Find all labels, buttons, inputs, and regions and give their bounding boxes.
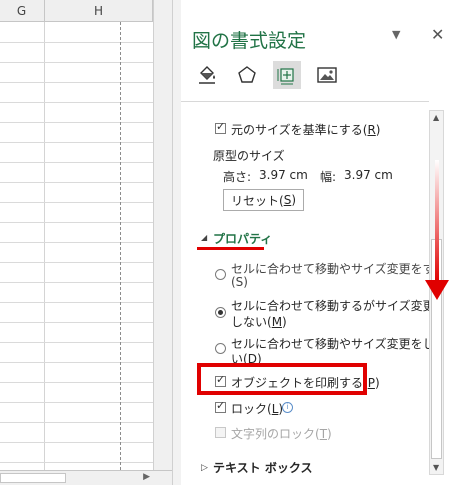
label-text: セルに合わせて移動やサイズ変更をしな bbox=[231, 337, 429, 351]
move-no-size-label: セルに合わせて移動するがサイズ変更は bbox=[231, 297, 429, 314]
grid-row-line bbox=[0, 82, 153, 83]
grid-row-line bbox=[0, 322, 153, 323]
column-label: H bbox=[93, 3, 104, 18]
pane-content: ✓ 元のサイズを基準にする(R) 原型のサイズ 高さ: 3.97 cm 幅: 3… bbox=[181, 102, 429, 485]
label-text: ) bbox=[291, 193, 296, 207]
scroll-up-icon[interactable]: ▲ bbox=[433, 113, 439, 122]
label-text: しない( bbox=[231, 315, 272, 329]
move-no-size-radio[interactable] bbox=[215, 307, 226, 318]
column-label: G bbox=[16, 3, 27, 18]
label-text: セルに合わせて移動するがサイズ変更は bbox=[231, 299, 429, 313]
grid-row-line bbox=[0, 402, 153, 403]
grid-row-line bbox=[0, 302, 153, 303]
access-key: S bbox=[283, 193, 292, 207]
scroll-thumb[interactable] bbox=[0, 473, 66, 483]
reset-button[interactable]: リセット(S) bbox=[223, 189, 304, 211]
checkmark-icon: ✓ bbox=[216, 120, 226, 133]
grid-row-line bbox=[0, 162, 153, 163]
access-key: M bbox=[271, 315, 283, 329]
textbox-section-title[interactable]: テキスト ボックス bbox=[213, 459, 312, 476]
sheet-horizontal-scrollbar[interactable]: ▶ bbox=[0, 470, 172, 485]
access-key: P bbox=[367, 376, 375, 390]
move-and-size-label: セルに合わせて移動やサイズ変更をする bbox=[231, 260, 429, 277]
size-properties-icon[interactable] bbox=[273, 61, 301, 89]
highlight-underline bbox=[197, 247, 264, 250]
red-arrow-icon bbox=[425, 160, 449, 300]
width-label: 幅: bbox=[320, 170, 337, 184]
fill-line-icon[interactable] bbox=[193, 61, 221, 89]
pane-splitter[interactable] bbox=[172, 0, 181, 485]
grid-row-line bbox=[0, 202, 153, 203]
grid-row-line bbox=[0, 442, 153, 443]
collapse-triangle-icon[interactable]: ◢ bbox=[201, 233, 207, 242]
access-key: R bbox=[367, 123, 376, 137]
dont-move-radio[interactable] bbox=[215, 343, 226, 354]
height-value: 3.97 cm bbox=[259, 168, 308, 182]
grid-row-line bbox=[0, 262, 153, 263]
grid-row-line bbox=[0, 382, 153, 383]
lock-checkbox[interactable]: ✓ bbox=[215, 399, 226, 413]
sheet-vertical-scrollbar[interactable] bbox=[153, 0, 172, 470]
grid-row-line bbox=[0, 102, 153, 103]
scroll-down-icon[interactable]: ▼ bbox=[433, 463, 439, 472]
highlight-box bbox=[197, 363, 367, 395]
properties-section-title[interactable]: プロパティ bbox=[213, 230, 272, 247]
expand-triangle-icon[interactable]: ▷ bbox=[201, 463, 208, 473]
relative-size-label: 元のサイズを基準にする(R) bbox=[231, 121, 380, 138]
relative-size-checkbox[interactable]: ✓ bbox=[215, 120, 226, 134]
label-text: (S) bbox=[231, 275, 248, 289]
info-icon[interactable]: i bbox=[282, 402, 293, 413]
lock-label: ロック(L) bbox=[231, 400, 283, 417]
effects-pentagon-icon[interactable] bbox=[233, 61, 261, 89]
label-text: ) bbox=[374, 376, 380, 390]
original-size-heading: 原型のサイズ bbox=[213, 149, 285, 163]
move-and-size-radio[interactable] bbox=[215, 269, 226, 280]
label-text: セルに合わせて移動やサイズ変更をする bbox=[231, 262, 429, 276]
column-header-g[interactable]: G bbox=[0, 0, 45, 22]
worksheet-area[interactable]: G H ▶ bbox=[0, 0, 172, 485]
label-text: ) bbox=[282, 315, 287, 329]
access-key: T bbox=[319, 427, 328, 441]
label-text: ) bbox=[327, 427, 332, 441]
height-label: 高さ: bbox=[223, 170, 252, 184]
picture-icon[interactable] bbox=[313, 61, 341, 89]
grid-row-line bbox=[0, 122, 153, 123]
width-value: 3.97 cm bbox=[344, 168, 393, 182]
text-lock-checkbox bbox=[215, 427, 226, 438]
format-picture-pane: 図の書式設定 ▼ ✕ ✓ 元のサイズを基準にする(R) 原型のサイズ 高さ: 3… bbox=[181, 0, 462, 485]
label-text: 文字列のロック( bbox=[231, 427, 320, 441]
grid-row-line bbox=[0, 142, 153, 143]
grid-row-line bbox=[0, 42, 153, 43]
page-break-line bbox=[120, 22, 121, 470]
label-text: 元のサイズを基準にする( bbox=[231, 123, 368, 137]
grid-row-line bbox=[0, 182, 153, 183]
grid-row-line bbox=[0, 62, 153, 63]
grid-row-line bbox=[0, 362, 153, 363]
grid-row-line bbox=[0, 342, 153, 343]
column-header-h[interactable]: H bbox=[45, 0, 153, 22]
checkmark-icon: ✓ bbox=[216, 399, 226, 412]
grid-row-line bbox=[0, 422, 153, 423]
label-text: ) bbox=[375, 123, 381, 137]
pane-title: 図の書式設定 bbox=[192, 30, 307, 52]
move-no-size-label-2: しない(M) bbox=[231, 313, 287, 330]
pane-options-icon[interactable]: ▼ bbox=[392, 28, 400, 41]
move-and-size-key: (S) bbox=[231, 275, 248, 289]
grid-row-line bbox=[0, 462, 153, 463]
radio-dot bbox=[218, 310, 223, 315]
grid-row-line bbox=[0, 282, 153, 283]
text-lock-label: 文字列のロック(T) bbox=[231, 425, 332, 442]
label-text: リセット( bbox=[231, 193, 284, 208]
grid-row-line bbox=[0, 222, 153, 223]
scroll-right-icon[interactable]: ▶ bbox=[143, 472, 150, 482]
label-text: ロック( bbox=[231, 402, 272, 416]
close-icon[interactable]: ✕ bbox=[431, 25, 444, 44]
grid-row-line bbox=[0, 242, 153, 243]
